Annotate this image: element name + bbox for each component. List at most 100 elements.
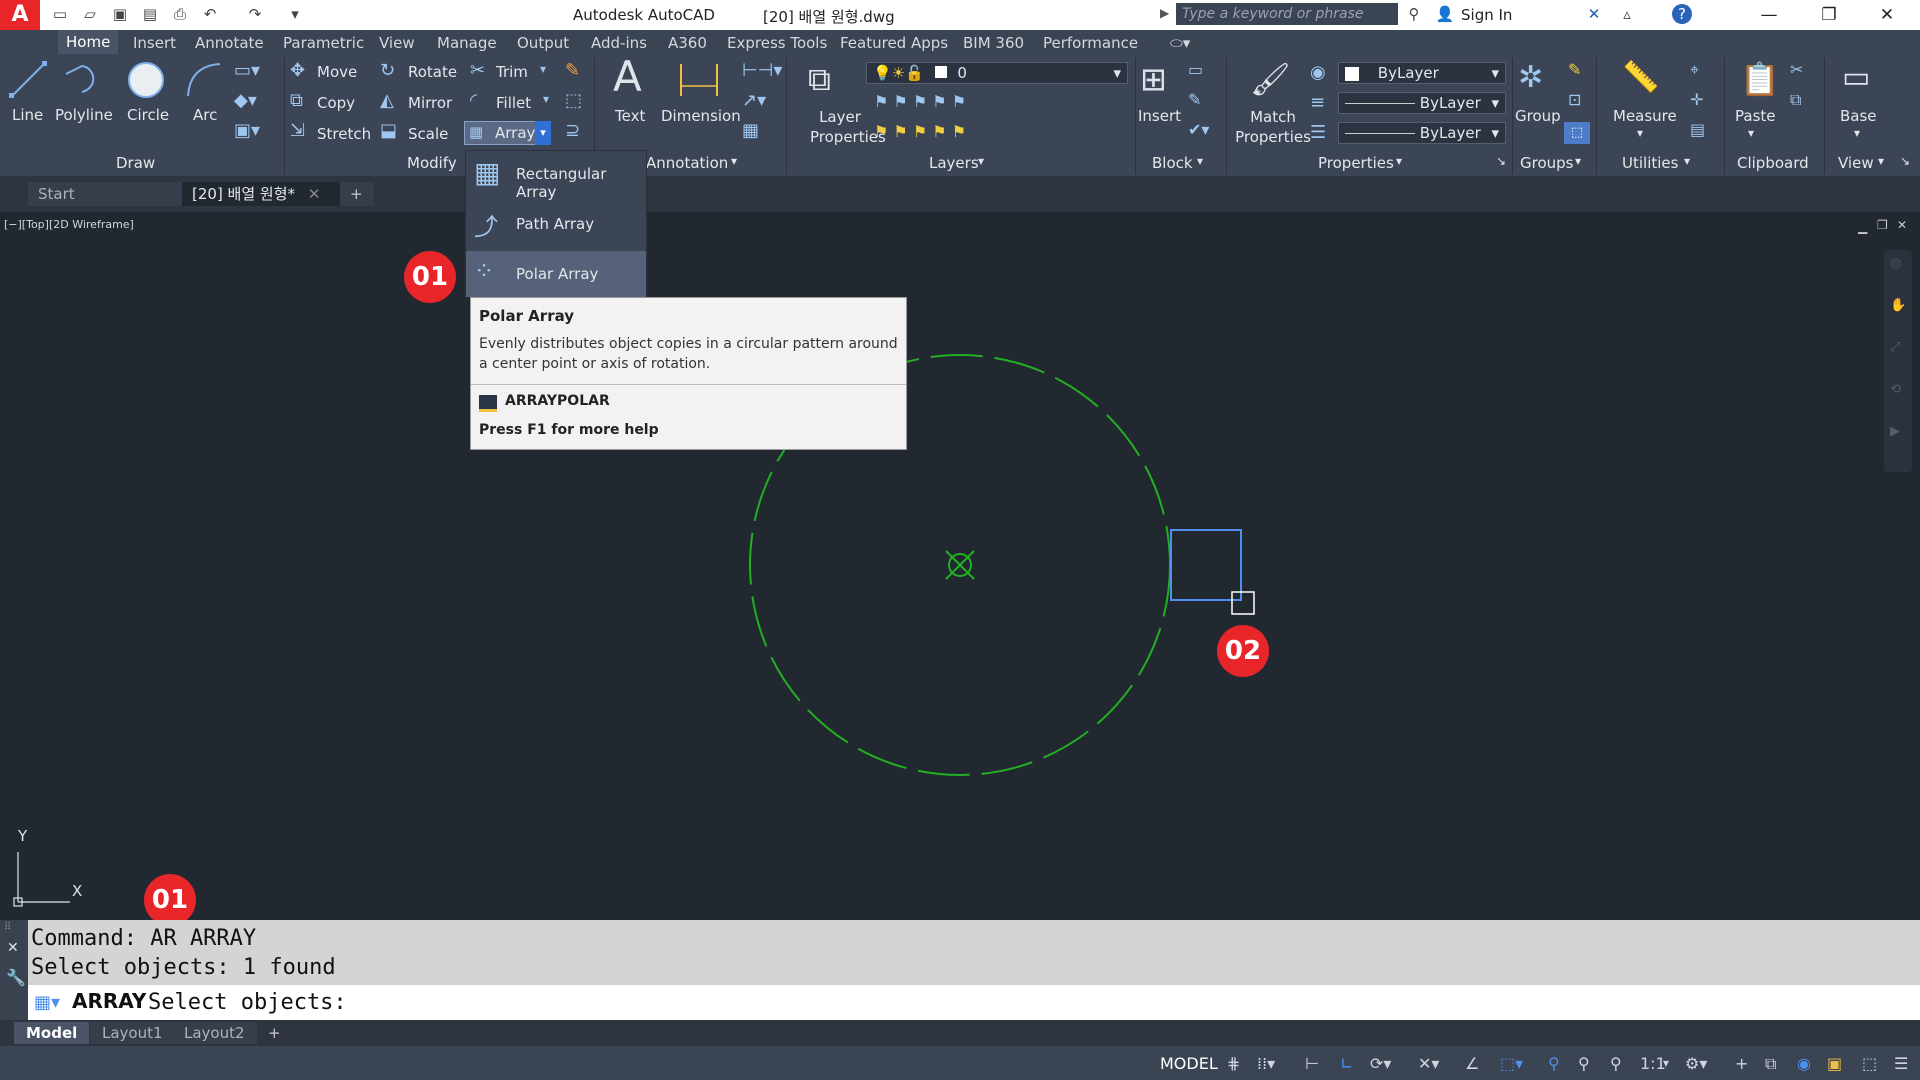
view-panel-title[interactable]: View — [1838, 154, 1874, 172]
create-block-icon[interactable]: ▭ — [1188, 60, 1203, 79]
line-button[interactable]: Line — [12, 106, 43, 124]
new-tab-button[interactable]: + — [340, 182, 374, 206]
layer-dropdown[interactable]: 💡☀🔓 0 ▾ — [866, 62, 1128, 84]
polyline-button[interactable]: Polyline — [55, 106, 113, 124]
annotation-panel-expand-icon[interactable]: ▾ — [731, 154, 737, 168]
isometric-icon[interactable]: ✕▾ — [1418, 1054, 1439, 1073]
fillet-button[interactable]: Fillet — [496, 94, 531, 112]
workspace-gear-icon[interactable]: ⚙▾ — [1685, 1054, 1707, 1073]
draw-panel-title[interactable]: Draw — [116, 154, 155, 172]
clean-screen-icon[interactable]: ⬚ — [1862, 1054, 1877, 1073]
trim-dropdown-icon[interactable]: ▾ — [540, 62, 546, 76]
text-button[interactable]: Text — [615, 107, 645, 125]
leader-icon[interactable]: ↗▾ — [742, 90, 766, 111]
new-file-icon[interactable]: ▭ — [50, 4, 70, 24]
calculator-icon[interactable]: ▤ — [1690, 120, 1705, 139]
tab-manage[interactable]: Manage — [437, 34, 497, 52]
restore-button[interactable]: ❐ — [1806, 0, 1852, 30]
drawing-viewport[interactable]: [−][Top][2D Wireframe] ▁ ❐ ✕ ◎ ✋ ⤢ ⟲ ▶ Y… — [0, 212, 1920, 926]
move-button[interactable]: Move — [317, 63, 357, 81]
paste-icon[interactable]: 📋 — [1740, 60, 1780, 98]
tab-performance[interactable]: Performance — [1043, 34, 1138, 52]
match-properties-icon[interactable]: 🖌 — [1250, 60, 1291, 98]
group-selection-icon[interactable]: ⬚ — [1564, 122, 1590, 144]
plus-icon[interactable]: + — [1735, 1054, 1748, 1073]
tab-output[interactable]: Output — [517, 34, 569, 52]
layers-panel-expand-icon[interactable]: ▾ — [978, 154, 984, 168]
id-point-icon[interactable]: ⌖ — [1690, 60, 1699, 80]
tab-layout1[interactable]: Layout1 — [90, 1022, 175, 1044]
circle-button[interactable]: Circle — [127, 106, 169, 124]
tab-annotate[interactable]: Annotate — [195, 34, 264, 52]
linetype-dropdown[interactable]: ByLayer ▾ — [1338, 92, 1506, 114]
group-edit-icon[interactable]: ⊡ — [1568, 90, 1581, 109]
infer-constraints-icon[interactable]: ⊢ — [1305, 1054, 1319, 1073]
polyline-icon[interactable] — [62, 60, 104, 100]
view-panel-expand-icon[interactable]: ▾ — [1878, 154, 1884, 168]
trim-icon[interactable]: ✂ — [470, 60, 485, 81]
ortho-icon[interactable]: ∟ — [1340, 1054, 1353, 1073]
erase-icon[interactable]: ✎ — [565, 60, 580, 81]
snap-icon[interactable]: ⁞⁞▾ — [1257, 1054, 1275, 1073]
autocad-logo-icon[interactable]: A — [0, 0, 40, 30]
layer-tools-row2-icon[interactable]: ⚑ ⚑ ⚑ ⚑ ⚑ — [874, 122, 966, 141]
stretch-button[interactable]: Stretch — [317, 125, 371, 143]
annotation-scale-value[interactable]: 1:1 — [1640, 1054, 1666, 1073]
undo-icon[interactable]: ↶ — [200, 4, 220, 24]
close-command-line-icon[interactable]: ✕ — [7, 940, 19, 956]
minimize-button[interactable]: — — [1746, 0, 1792, 30]
fillet-dropdown-icon[interactable]: ▾ — [543, 92, 549, 106]
mirror-icon[interactable]: ◭ — [380, 90, 394, 111]
measure-icon[interactable]: 📏 — [1622, 60, 1659, 95]
tab-insert[interactable]: Insert — [133, 34, 176, 52]
layer-tools-row1-icon[interactable]: ⚑ ⚑ ⚑ ⚑ ⚑ — [874, 92, 966, 111]
customization-icon[interactable]: ☰ — [1894, 1054, 1908, 1073]
save-icon[interactable]: ▣ — [110, 4, 130, 24]
block-panel-expand-icon[interactable]: ▾ — [1197, 154, 1203, 168]
object-snap-tracking-icon[interactable]: ∠ — [1465, 1054, 1479, 1073]
open-file-icon[interactable]: ▱ — [80, 4, 100, 24]
grid-icon[interactable]: ⋕ — [1227, 1054, 1240, 1073]
arc-icon[interactable] — [184, 60, 224, 100]
command-input[interactable]: ▦▾ ARRAY Select objects: — [28, 985, 1920, 1020]
rotate-icon[interactable]: ↻ — [380, 60, 395, 81]
paste-button[interactable]: Paste — [1735, 107, 1776, 125]
polar-array-item[interactable]: ⁘ Polar Array — [466, 251, 646, 297]
insert-block-icon[interactable]: ⊞ — [1140, 60, 1167, 98]
scale-dropdown-icon[interactable]: ▾ — [1663, 1056, 1669, 1070]
user-icon[interactable]: 👤 — [1435, 4, 1455, 24]
tab-start[interactable]: Start — [28, 182, 198, 206]
help-icon[interactable]: ? — [1672, 4, 1692, 24]
add-layout-button[interactable]: + — [256, 1022, 293, 1044]
base-button[interactable]: Base — [1840, 107, 1877, 125]
search-input[interactable]: Type a keyword or phrase — [1176, 3, 1398, 25]
mirror-button[interactable]: Mirror — [408, 94, 452, 112]
dimension-button[interactable]: Dimension — [661, 107, 741, 125]
tab-add-ins[interactable]: Add-ins — [591, 34, 647, 52]
base-view-icon[interactable]: ▭ — [1842, 60, 1870, 95]
close-button[interactable]: ✕ — [1864, 0, 1910, 30]
annotation-visibility-icon[interactable]: ⚲ — [1548, 1054, 1560, 1073]
tab-bim360[interactable]: BIM 360 — [963, 34, 1024, 52]
sign-in-link[interactable]: Sign In — [1461, 6, 1512, 24]
tab-current-drawing[interactable]: [20] 배열 원형* ✕ — [182, 182, 347, 206]
fillet-icon[interactable]: ◜ — [470, 90, 477, 111]
dimension-icon[interactable] — [677, 60, 721, 100]
save-as-icon[interactable]: ▤ — [140, 4, 160, 24]
customize-qat-icon[interactable]: ▾ — [285, 4, 305, 24]
explode-icon[interactable]: ⬚ — [565, 90, 582, 111]
lineweight-icon[interactable]: ☰ — [1310, 122, 1326, 143]
copy-button[interactable]: Copy — [317, 94, 355, 112]
table-icon[interactable]: ▦ — [742, 120, 759, 141]
rectangular-array-item[interactable]: ▦ Rectangular Array — [466, 151, 646, 202]
customize-icon[interactable]: 🔧 — [6, 968, 26, 987]
recent-commands-icon[interactable]: ▦▾ — [34, 992, 60, 1013]
copy-icon[interactable]: ⧉ — [290, 90, 303, 111]
hardware-acceleration-icon[interactable]: ◉ — [1797, 1054, 1811, 1073]
color-wheel-icon[interactable]: ◉ — [1310, 62, 1326, 83]
search-expand-icon[interactable]: ▶ — [1160, 6, 1169, 20]
utilities-panel-title[interactable]: Utilities — [1622, 154, 1678, 172]
rotate-button[interactable]: Rotate — [408, 63, 457, 81]
properties-panel-expand-icon[interactable]: ▾ — [1396, 154, 1402, 168]
paste-dropdown-icon[interactable]: ▾ — [1748, 126, 1754, 140]
